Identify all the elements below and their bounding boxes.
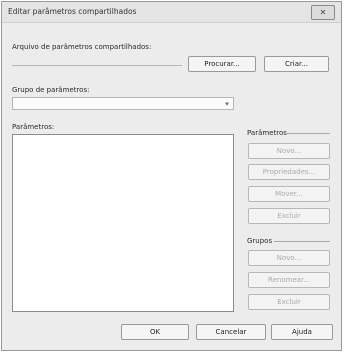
new-parameter-button[interactable]: Novo... (248, 143, 330, 159)
groups-panel-divider (274, 241, 330, 242)
ok-button[interactable]: OK (121, 324, 189, 340)
parameter-group-label: Grupo de parâmetros: (12, 86, 90, 94)
delete-parameter-button[interactable]: Excluir (248, 208, 330, 224)
close-button[interactable]: ✕ (311, 5, 335, 20)
cancel-button[interactable]: Cancelar (196, 324, 266, 340)
groups-panel-heading: Grupos (247, 237, 273, 245)
title-bar: Editar parâmetros compartilhados ✕ (2, 2, 341, 23)
create-button[interactable]: Criar... (264, 56, 329, 72)
parameter-properties-button[interactable]: Propriedades... (248, 164, 330, 180)
new-group-button[interactable]: Novo... (248, 250, 330, 266)
parameters-panel-heading: Parâmetros (247, 129, 287, 137)
dialog-title: Editar parâmetros compartilhados (8, 7, 137, 16)
parameters-list-label: Parâmetros: (12, 123, 55, 131)
parameters-list[interactable] (12, 134, 234, 312)
move-parameter-button[interactable]: Mover... (248, 186, 330, 202)
parameter-group-select[interactable]: ▾ (12, 97, 234, 110)
shared-file-label: Arquivo de parâmetros compartilhados: (12, 43, 152, 51)
parameters-panel-divider (284, 133, 330, 134)
delete-group-button[interactable]: Excluir (248, 294, 330, 310)
help-button[interactable]: Ajuda (271, 324, 333, 340)
rename-group-button[interactable]: Renomear... (248, 272, 330, 288)
close-icon: ✕ (319, 8, 327, 17)
shared-file-path-field[interactable] (12, 53, 182, 66)
browse-button[interactable]: Procurar... (188, 56, 256, 72)
edit-shared-parameters-dialog: Editar parâmetros compartilhados ✕ Arqui… (1, 1, 342, 351)
chevron-down-icon: ▾ (225, 100, 229, 108)
